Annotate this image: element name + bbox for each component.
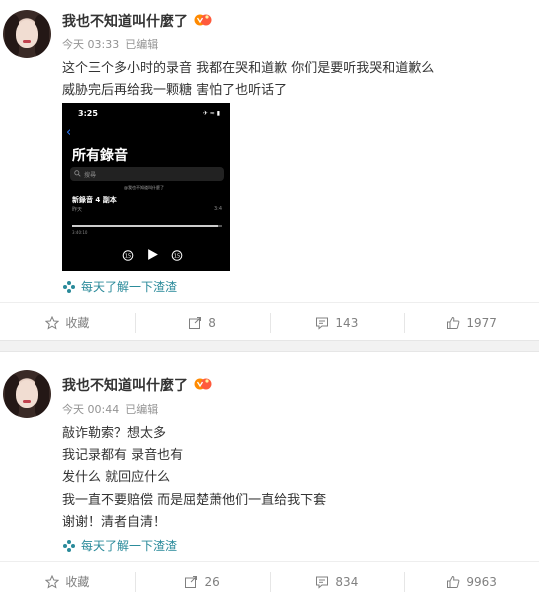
back-chevron-icon: ‹	[66, 125, 72, 140]
playback-controls: 15 15	[122, 248, 183, 261]
repost-icon	[189, 316, 202, 329]
image-search-placeholder: 搜尋	[84, 172, 97, 179]
like-count: 9963	[466, 574, 497, 589]
username[interactable]: 我也不知道叫什麼了	[62, 11, 188, 31]
playback-elapsed: 3:40:10	[72, 230, 88, 235]
favorite-button[interactable]: 收藏	[0, 303, 135, 342]
post-text-line: 谢谢！清者自清！	[62, 515, 167, 530]
recording-duration: 3:4	[213, 206, 222, 212]
post-text-line: 我记录都有 录音也有	[62, 448, 184, 463]
repost-count: 8	[208, 315, 216, 330]
avatar[interactable]	[3, 10, 51, 58]
post-text-line: 发什么 就回应什么	[62, 470, 171, 485]
weibo-post-1: 我也不知道叫什麼了 今天 03:33 已编辑 这个三个多小时的录音 我都在哭和道歉…	[0, 0, 539, 340]
comment-icon	[316, 317, 329, 330]
comment-button[interactable]: 834	[269, 562, 405, 598]
post-time: 今天 03:33	[62, 38, 120, 51]
post-meta: 今天 00:44 已编辑	[62, 401, 164, 417]
like-button[interactable]: 9963	[404, 562, 539, 598]
username[interactable]: 我也不知道叫什麼了	[62, 375, 188, 395]
image-title: 所有錄音	[72, 148, 128, 164]
avatar[interactable]	[3, 370, 51, 418]
like-count: 1977	[466, 315, 497, 330]
vip-badge-icon	[194, 14, 212, 26]
comment-count: 834	[335, 574, 359, 589]
post-text-line: 这个三个多小时的录音 我都在哭和道歉 你们是要听我哭和道歉么	[62, 61, 435, 76]
playback-progress-fill	[72, 225, 218, 227]
image-search-bar: 搜尋	[70, 167, 224, 181]
image-status-icons: ✈ ≈ ▮	[202, 110, 220, 117]
like-button[interactable]: 1977	[404, 303, 539, 342]
play-icon	[148, 249, 158, 260]
post-meta: 今天 03:33 已编辑	[62, 36, 164, 52]
repost-button[interactable]: 8	[134, 303, 270, 342]
skip-back-15-icon: 15	[122, 249, 134, 261]
recording-name: 新錄音 4 副本	[72, 196, 117, 204]
post-text-line: 敲诈勒索？想太多	[62, 426, 167, 441]
action-bar: 收藏 26 834 9963	[0, 561, 539, 598]
repost-button[interactable]: 26	[134, 562, 270, 598]
vip-badge-icon	[194, 378, 212, 390]
post-text-line: 我一直不要赔偿 而是屈楚萧他们一直给我下套	[62, 493, 327, 508]
comment-icon	[316, 576, 329, 589]
star-icon	[45, 574, 60, 589]
edited-label: 已编辑	[125, 38, 159, 51]
skip-forward-15-icon: 15	[171, 249, 183, 261]
repost-icon	[185, 575, 198, 588]
like-icon	[447, 575, 460, 588]
comment-count: 143	[335, 315, 359, 330]
post-time: 今天 00:44	[62, 403, 120, 416]
repost-count: 26	[204, 574, 220, 589]
star-icon	[45, 315, 60, 330]
search-icon	[74, 170, 81, 177]
source-label: 每天了解一下渣渣	[81, 280, 178, 294]
post-image[interactable]: 3:25 ✈ ≈ ▮ ‹ 所有錄音 搜尋 @我也不知道叫什麼了 新錄音 4 副本…	[62, 103, 230, 271]
playback-progress	[72, 225, 222, 227]
svg-text:15: 15	[174, 253, 180, 259]
favorite-label: 收藏	[65, 316, 90, 330]
like-icon	[447, 316, 460, 329]
recording-date: 昨天	[72, 207, 83, 213]
post-text-line: 威胁完后再给我一颗糖 害怕了也听话了	[62, 83, 288, 98]
weibo-post-2: 我也不知道叫什麼了 今天 00:44 已编辑 敲诈勒索？想太多 我记录都有 录音也…	[0, 352, 539, 598]
image-watermark: @我也不知道叫什麼了	[124, 185, 164, 190]
favorite-label: 收藏	[65, 575, 90, 589]
favorite-button[interactable]: 收藏	[0, 562, 135, 598]
post-source[interactable]: 每天了解一下渣渣	[62, 278, 177, 295]
leaf-icon	[63, 539, 75, 552]
edited-label: 已编辑	[125, 403, 159, 416]
post-separator	[0, 340, 539, 352]
action-bar: 收藏 8 143 1977	[0, 302, 539, 342]
post-source[interactable]: 每天了解一下渣渣	[62, 537, 177, 554]
image-status-time: 3:25	[78, 109, 98, 118]
source-label: 每天了解一下渣渣	[81, 539, 178, 553]
leaf-icon	[63, 280, 75, 293]
comment-button[interactable]: 143	[269, 303, 405, 342]
svg-text:15: 15	[125, 253, 131, 259]
